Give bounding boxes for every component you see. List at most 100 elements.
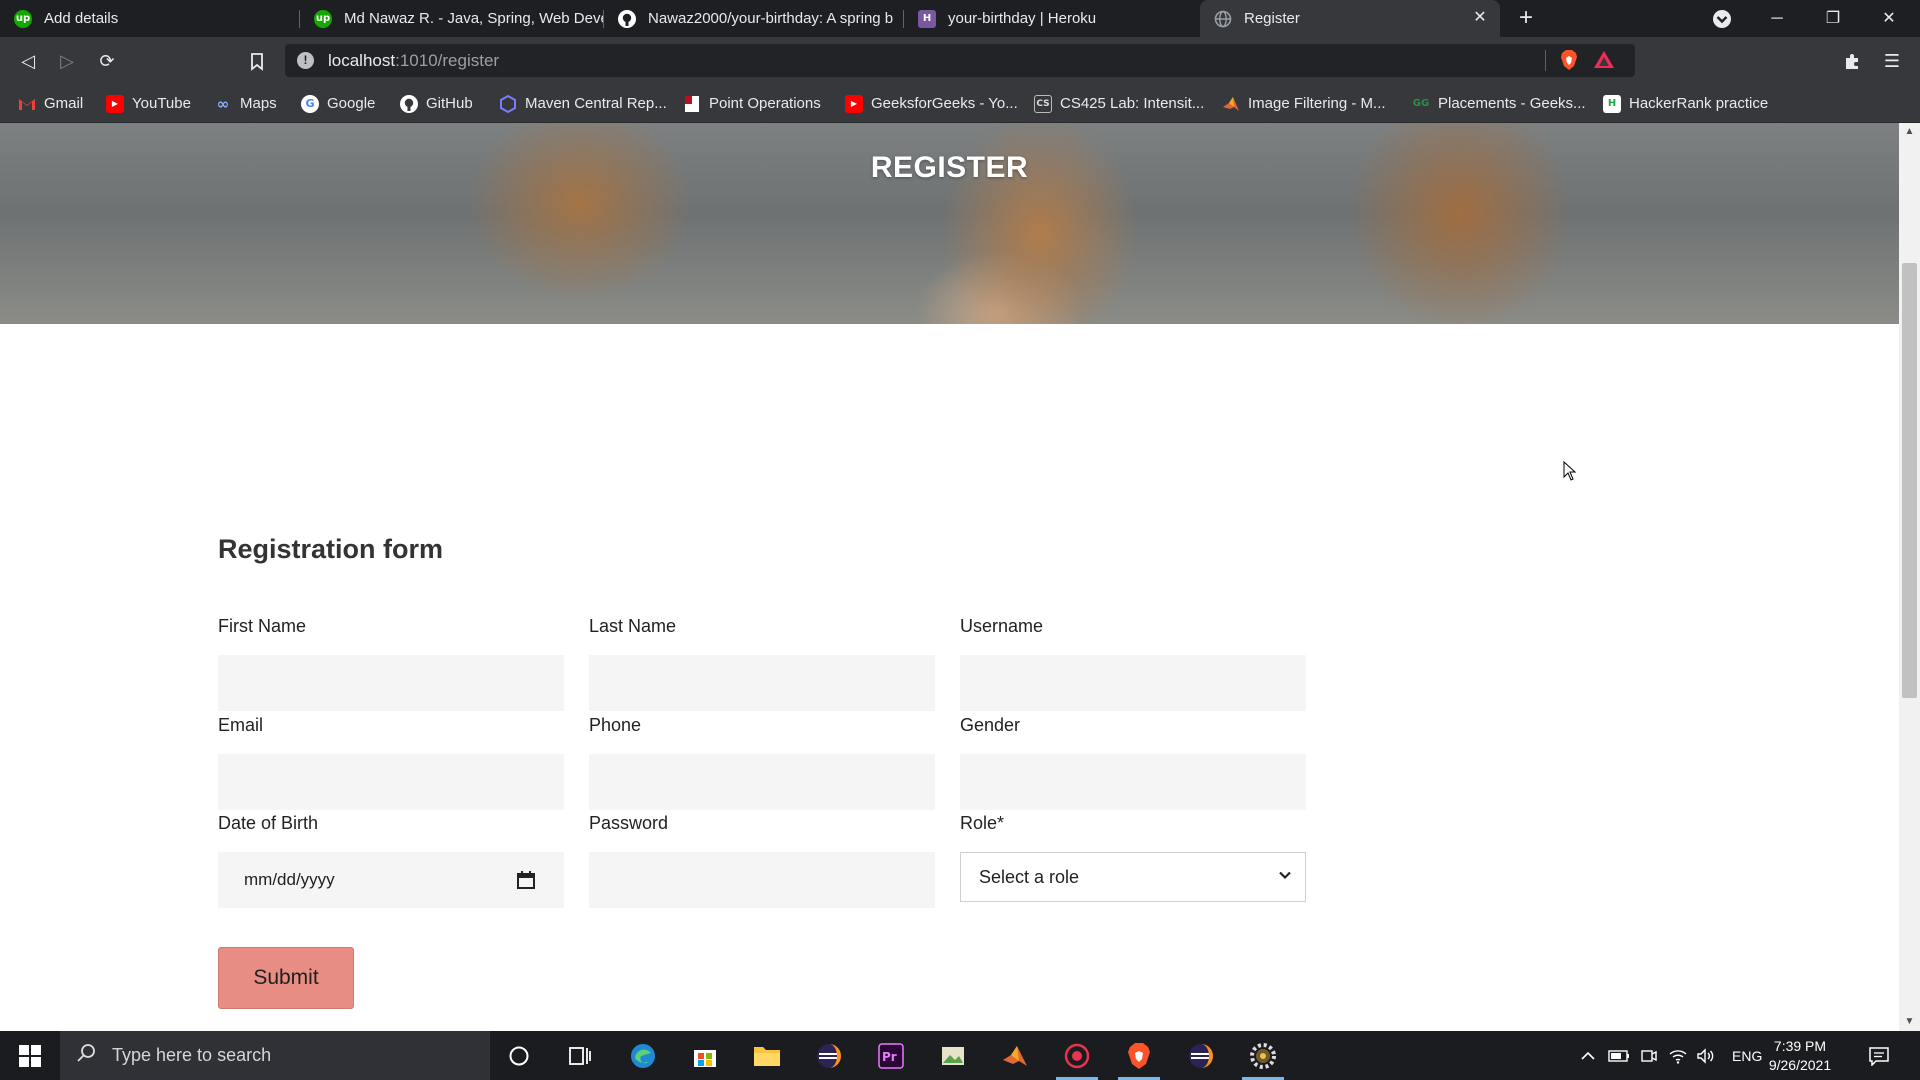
battery-icon[interactable] (1608, 1031, 1630, 1080)
bookmark-icon[interactable] (243, 47, 271, 75)
reload-icon[interactable]: ⟳ (93, 47, 121, 75)
input-language-indicator[interactable]: ENG (1732, 1031, 1762, 1080)
restore-icon[interactable]: ❐ (1805, 0, 1861, 37)
date-of-birth-input[interactable]: mm/dd/yyyy (218, 852, 564, 908)
bookmark-gmail[interactable]: Gmail (18, 84, 83, 123)
bookmark-label: Point Operations (709, 95, 821, 112)
file-explorer-icon[interactable] (738, 1031, 796, 1080)
matlab-icon[interactable] (986, 1031, 1044, 1080)
close-window-icon[interactable]: ✕ (1861, 0, 1917, 37)
bookmark-label: Google (327, 95, 376, 112)
tab-title: Add details (44, 10, 119, 27)
phone-input[interactable] (589, 754, 935, 810)
premiere-pro-icon[interactable]: Pr (862, 1031, 920, 1080)
bookmark-label: HackerRank practice (1629, 95, 1769, 112)
screen-recorder-icon[interactable] (1048, 1031, 1106, 1080)
show-hidden-icons[interactable] (1580, 1031, 1596, 1080)
role-select[interactable]: Select a role (960, 852, 1306, 902)
volume-icon[interactable] (1696, 1031, 1716, 1080)
minimize-icon[interactable]: ─ (1749, 0, 1805, 37)
bookmark-label: Image Filtering - M... (1248, 95, 1386, 112)
menu-icon[interactable]: ☰ (1878, 47, 1906, 75)
tab-title: Md Nawaz R. - Java, Spring, Web Deve (344, 10, 604, 27)
username-input[interactable] (960, 655, 1306, 711)
clock-date: 9/26/2021 (1768, 1057, 1832, 1073)
first-name-input[interactable] (218, 655, 564, 711)
bookmark-youtube[interactable]: ▶ YouTube (106, 84, 191, 123)
system-clock[interactable]: 7:39 PM 9/26/2021 (1762, 1037, 1838, 1075)
password-input[interactable] (589, 852, 935, 908)
site-info-icon[interactable]: ! (297, 52, 314, 69)
bookmark-geeksforgeeks-youtube[interactable]: ▶ GeeksforGeeks - Yo... (845, 84, 1018, 123)
microsoft-store-icon[interactable] (676, 1031, 734, 1080)
new-tab-icon[interactable]: + (1512, 4, 1540, 32)
brave-shields-icon[interactable] (1559, 49, 1579, 71)
bookmark-maps[interactable]: ∞ Maps (214, 84, 277, 123)
youtube-icon: ▶ (845, 94, 863, 113)
bookmark-google[interactable]: G Google (301, 84, 375, 123)
bookmark-label: Gmail (44, 95, 84, 112)
scroll-down-icon[interactable]: ▼ (1904, 1017, 1915, 1027)
bookmark-cs425[interactable]: CS CS425 Lab: Intensit... (1034, 84, 1204, 123)
tab-register[interactable]: Register ✕ (1200, 0, 1500, 37)
bookmark-point-operations[interactable]: Point Operations (683, 84, 821, 123)
gender-input[interactable] (960, 754, 1306, 810)
tab-close-icon[interactable]: ✕ (1470, 8, 1490, 28)
omnibox-divider (1545, 50, 1546, 71)
tab-search-icon[interactable] (1694, 0, 1750, 37)
search-icon (76, 1043, 96, 1068)
username-label: Username (960, 616, 1044, 636)
email-input[interactable] (218, 754, 564, 810)
last-name-input[interactable] (589, 655, 935, 711)
scroll-up-icon[interactable]: ▲ (1904, 127, 1915, 137)
password-label: Password (589, 813, 669, 833)
task-view-icon[interactable] (551, 1031, 609, 1080)
bookmarks-bar: Gmail ▶ YouTube ∞ Maps G Google GitHub M… (0, 84, 1920, 123)
github-icon (400, 94, 418, 113)
notification-center-icon[interactable] (1868, 1031, 1890, 1080)
settings-gear-icon[interactable] (1234, 1031, 1292, 1080)
tab-heroku[interactable]: H your-birthday | Heroku (904, 0, 1200, 37)
back-icon[interactable]: ◁ (14, 47, 42, 75)
calendar-icon[interactable] (516, 870, 536, 890)
date-placeholder: mm/dd/yyyy (244, 870, 335, 889)
bookmark-placements[interactable]: GG Placements - Geeks... (1412, 84, 1586, 123)
address-bar[interactable]: ! localhost:1010/register (285, 44, 1635, 77)
bookmark-maven[interactable]: Maven Central Rep... (499, 84, 667, 123)
tab-upwork-profile[interactable]: up Md Nawaz R. - Java, Spring, Web Deve (300, 0, 604, 37)
image-viewer-icon[interactable] (924, 1031, 982, 1080)
submit-button[interactable]: Submit (218, 947, 354, 1009)
tab-add-details[interactable]: up Add details (0, 0, 300, 37)
network-wifi-icon[interactable] (1668, 1031, 1688, 1080)
eclipse-icon[interactable] (800, 1031, 858, 1080)
google-icon: G (301, 94, 319, 113)
tab-title: Nawaz2000/your-birthday: A spring b (648, 10, 894, 27)
date-of-birth-label: Date of Birth (218, 813, 319, 833)
bookmark-image-filtering[interactable]: Image Filtering - M... (1222, 84, 1386, 123)
scrollbar-thumb[interactable] (1902, 263, 1917, 698)
tab-github-repo[interactable]: Nawaz2000/your-birthday: A spring b (604, 0, 904, 37)
page-scrollbar[interactable]: ▲ ▼ (1899, 123, 1920, 1031)
chevron-down-icon (1277, 867, 1293, 883)
browser-toolbar: ◁ ▷ ⟳ ! localhost:1010/register ☰ (0, 37, 1920, 84)
search-placeholder: Type here to search (112, 1045, 272, 1065)
taskbar-search-box[interactable]: Type here to search (60, 1031, 490, 1080)
meet-now-icon[interactable] (1640, 1031, 1658, 1080)
edge-icon[interactable] (614, 1031, 672, 1080)
github-icon (618, 9, 636, 28)
windows-start-icon[interactable] (0, 1031, 60, 1080)
phone-label: Phone (589, 715, 642, 735)
extensions-icon[interactable] (1838, 47, 1866, 75)
forward-icon[interactable]: ▷ (53, 47, 81, 75)
brave-rewards-icon[interactable] (1593, 49, 1615, 71)
upwork-icon: up (14, 9, 32, 28)
bookmark-hackerrank[interactable]: H HackerRank practice (1603, 84, 1768, 123)
cortana-icon[interactable] (490, 1031, 548, 1080)
role-label: Role* (960, 813, 1005, 833)
bookmark-github[interactable]: GitHub (400, 84, 473, 123)
brave-browser-icon[interactable] (1110, 1031, 1168, 1080)
bookmark-page-icon (683, 95, 701, 113)
windows-taskbar: Type here to search Pr ENG 7:39 PM 9/26/… (0, 1031, 1920, 1080)
eclipse-ide-icon[interactable] (1172, 1031, 1230, 1080)
cs-icon: CS (1034, 94, 1052, 113)
